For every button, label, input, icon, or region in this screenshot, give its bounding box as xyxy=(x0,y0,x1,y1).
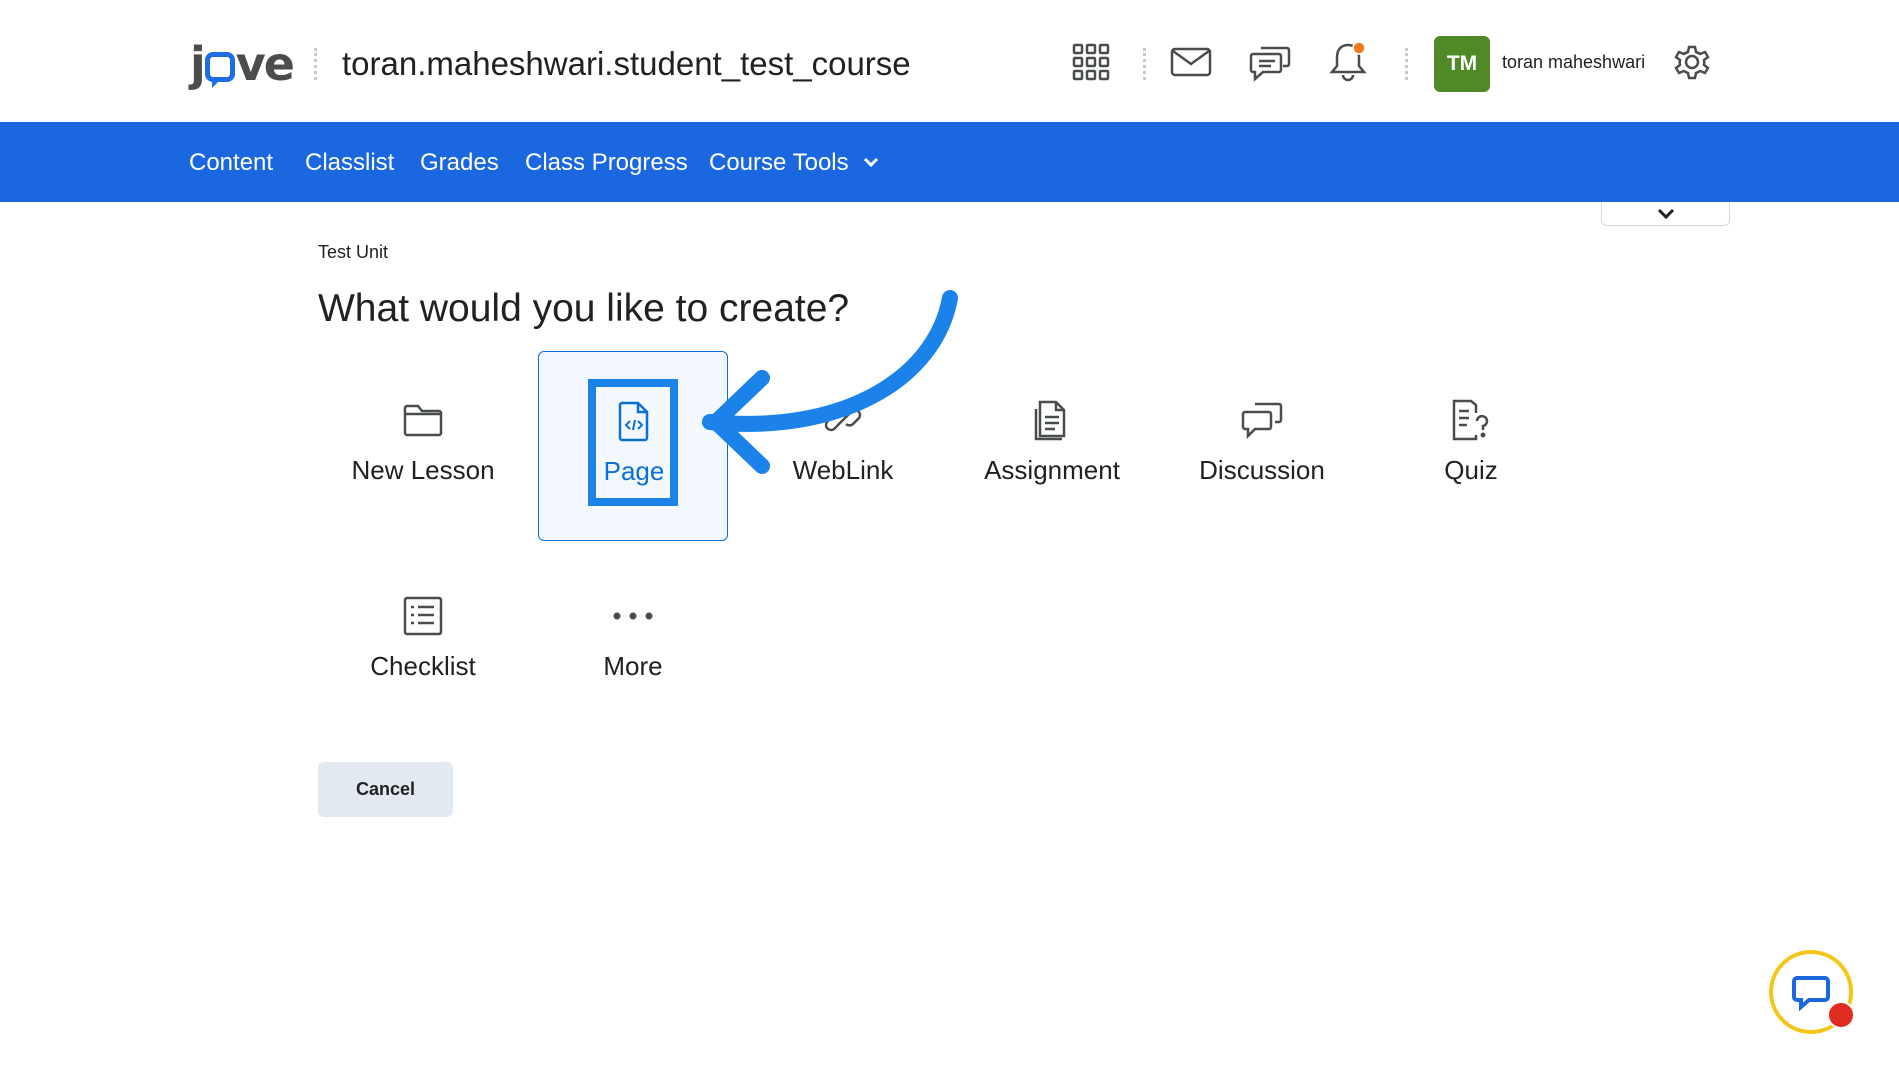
chevron-down-icon xyxy=(1657,208,1674,219)
header-divider xyxy=(314,48,317,80)
page-highlight-box xyxy=(588,379,678,506)
option-assignment[interactable]: Assignment xyxy=(957,351,1147,541)
option-label: Assignment xyxy=(984,455,1120,485)
apps-grid-icon[interactable] xyxy=(1069,40,1113,84)
option-label: WebLink xyxy=(792,455,894,485)
nav-content[interactable]: Content xyxy=(189,148,273,178)
page-title: What would you like to create? xyxy=(318,287,850,330)
option-label: More xyxy=(603,651,663,681)
top-header: j ve toran.maheshwari.student_test_course… xyxy=(0,0,1899,122)
chat-bubbles-icon[interactable] xyxy=(1248,40,1292,84)
option-weblink[interactable]: WebLink xyxy=(748,351,938,541)
gear-icon[interactable] xyxy=(1670,40,1714,84)
option-discussion[interactable]: Discussion xyxy=(1167,351,1357,541)
option-more[interactable]: More xyxy=(538,547,728,737)
mail-icon[interactable] xyxy=(1169,40,1213,84)
chevron-down-icon xyxy=(864,157,879,167)
option-quiz[interactable]: Quiz xyxy=(1376,351,1566,541)
chat-icon xyxy=(1792,976,1830,1012)
quiz-icon xyxy=(1376,397,1566,443)
discussion-icon xyxy=(1167,397,1357,443)
nav-course-tools-label: Course Tools xyxy=(709,149,849,176)
nav-grades[interactable]: Grades xyxy=(420,148,499,178)
checklist-icon xyxy=(328,593,518,639)
course-navbar: Content Classlist Grades Class Progress … xyxy=(0,122,1899,202)
option-label: Checklist xyxy=(370,651,476,681)
header-divider xyxy=(1143,48,1146,80)
avatar[interactable]: TM xyxy=(1434,36,1490,92)
user-name[interactable]: toran maheshwari xyxy=(1502,52,1645,73)
folder-icon xyxy=(328,397,518,443)
option-label: Quiz xyxy=(1444,455,1498,485)
assignment-icon xyxy=(957,397,1147,443)
bell-icon[interactable] xyxy=(1326,40,1370,84)
more-dots-icon xyxy=(538,593,728,639)
nav-class-progress[interactable]: Class Progress xyxy=(525,148,688,178)
option-label: New Lesson xyxy=(351,455,495,485)
collapse-toggle[interactable] xyxy=(1601,202,1730,226)
jove-logo[interactable]: j ve xyxy=(190,34,295,94)
option-checklist[interactable]: Checklist xyxy=(328,547,518,737)
option-new-lesson[interactable]: New Lesson xyxy=(328,351,518,541)
option-label: Discussion xyxy=(1199,455,1325,485)
breadcrumb[interactable]: Test Unit xyxy=(318,242,388,263)
header-divider xyxy=(1405,48,1408,80)
course-title[interactable]: toran.maheshwari.student_test_course xyxy=(342,42,911,86)
chat-notification-dot xyxy=(1827,1001,1855,1029)
nav-course-tools[interactable]: Course Tools xyxy=(709,148,879,178)
nav-classlist[interactable]: Classlist xyxy=(305,148,394,178)
link-icon xyxy=(748,397,938,443)
cancel-button[interactable]: Cancel xyxy=(318,762,453,817)
